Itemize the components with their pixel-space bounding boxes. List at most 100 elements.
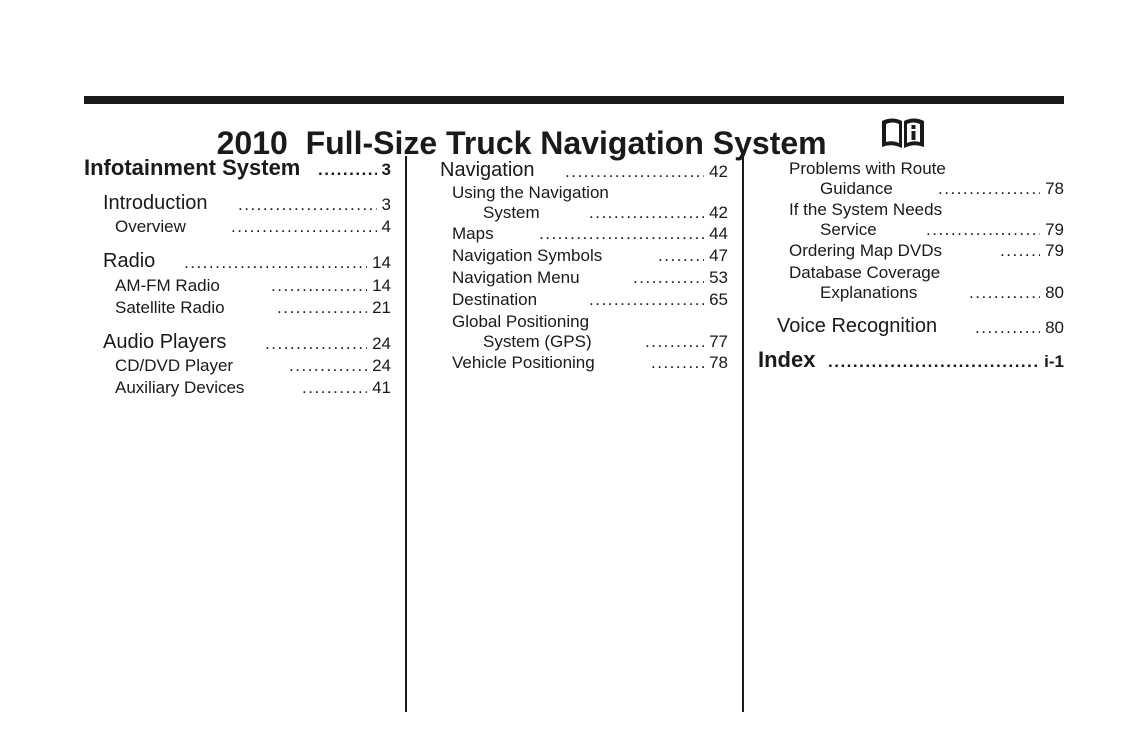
column-divider [742, 156, 744, 712]
toc-entry-label: Navigation [440, 159, 535, 181]
toc-entry-page: 3 [381, 160, 391, 179]
toc-entry-page: 14 [372, 253, 391, 272]
toc-entry-label: AM-FM Radio [115, 276, 220, 295]
toc-entry[interactable]: Vehicle Positioning 78...................… [452, 353, 728, 377]
toc-entry-page: 21 [372, 298, 391, 317]
toc-entry[interactable]: Voice Recognition 80.....................… [777, 316, 1064, 340]
toc-entry[interactable]: Destination 65...........................… [452, 290, 728, 314]
leader-dots: ........................................… [565, 162, 704, 181]
toc-entry[interactable]: Overview 4...............................… [115, 217, 391, 241]
toc-entry-label: Satellite Radio [115, 298, 225, 317]
leader-dots: ........................................… [539, 224, 704, 243]
toc-entry-label: Index [758, 347, 816, 372]
toc-entry[interactable]: Satellite Radio 21.......................… [115, 298, 391, 322]
toc-entry-page: 14 [372, 276, 391, 295]
toc-entry-label: Problems with Route [789, 159, 946, 178]
toc-entry-label-continued: System [483, 203, 540, 222]
toc-entry[interactable]: Infotainment System 3....................… [84, 155, 391, 182]
toc-entry-page: 24 [372, 334, 391, 353]
leader-dots: ........................................… [651, 353, 704, 372]
leader-dots: ........................................… [184, 253, 367, 272]
toc-entry-page: 80 [1045, 318, 1064, 337]
toc-entry-page: 44 [709, 224, 728, 243]
toc-entry-page: 3 [381, 195, 391, 214]
leader-dots: ........................................… [645, 332, 704, 351]
leader-dots: ........................................… [658, 246, 704, 265]
toc-entry[interactable]: Audio Players 24.........................… [103, 332, 391, 356]
toc-entry-page: 77 [709, 332, 728, 351]
leader-dots: ........................................… [938, 179, 1040, 198]
toc-entry-label: Introduction [103, 192, 208, 214]
toc-entry-label: Radio [103, 250, 156, 272]
leader-dots: ........................................… [589, 290, 704, 309]
toc-entry-page: 78 [1045, 179, 1064, 198]
header-rule [84, 96, 1064, 104]
toc-entry-label: Navigation Menu [452, 268, 580, 287]
toc-entry[interactable]: Global Positioning System (GPS) 77........… [452, 312, 728, 354]
toc-entry-page: 4 [381, 217, 391, 236]
toc-entry-label: Maps [452, 224, 494, 243]
toc-entry-page: 47 [709, 246, 728, 265]
toc-entry-label: Navigation Symbols [452, 246, 603, 265]
toc-entry[interactable]: Navigation Menu 53.......................… [452, 268, 728, 292]
toc-entry[interactable]: Navigation Symbols 47....................… [452, 246, 728, 270]
leader-dots: ........................................… [289, 356, 367, 375]
toc-entry[interactable]: If the System Needs Service 79............… [789, 200, 1064, 242]
toc-entry[interactable]: Using the Navigation System 42............… [452, 183, 728, 225]
toc-entry-page: 78 [709, 353, 728, 372]
toc-entry-label: Using the Navigation [452, 183, 609, 202]
toc-entry[interactable]: Database Coverage Explanations 80.........… [789, 263, 1064, 305]
leader-dots: ........................................… [969, 283, 1040, 302]
toc-entry-page: 41 [372, 378, 391, 397]
leader-dots: ........................................… [589, 203, 704, 222]
toc-entry[interactable]: Problems with Route Guidance 78...........… [789, 159, 1064, 201]
toc-entry[interactable]: Maps 44..................................… [452, 224, 728, 248]
leader-dots: ........................................… [828, 352, 1040, 371]
toc-entry-page: 42 [709, 162, 728, 181]
toc-entry-label: Database Coverage [789, 263, 941, 282]
toc-entry-label: Ordering Map DVDs [789, 241, 943, 260]
toc-entry-page: 53 [709, 268, 728, 287]
toc-entry-label: Voice Recognition [777, 315, 938, 337]
toc-entry-label-continued: Service [820, 220, 877, 239]
toc-entry[interactable]: AM-FM Radio 14...........................… [115, 276, 391, 300]
toc-entry[interactable]: Introduction 3...........................… [103, 193, 391, 217]
column-divider [405, 156, 407, 712]
toc-entry-label: Audio Players [103, 331, 227, 353]
leader-dots: ........................................… [271, 276, 367, 295]
toc-entry-label: Global Positioning [452, 312, 590, 331]
leader-dots: ........................................… [265, 334, 367, 353]
leader-dots: ........................................… [238, 195, 377, 214]
toc-entry-page: 80 [1045, 283, 1064, 302]
toc-entry-label: Infotainment System [84, 155, 301, 180]
toc-entry[interactable]: CD/DVD Player 24.........................… [115, 356, 391, 380]
leader-dots: ........................................… [302, 378, 367, 397]
leader-dots: ........................................… [231, 217, 377, 236]
toc-entry-page: i-1 [1044, 352, 1064, 371]
toc-entry-label: CD/DVD Player [115, 356, 234, 375]
toc-entry[interactable]: Ordering Map DVDs 79.....................… [789, 241, 1064, 265]
toc-entry[interactable]: Index i-1................................… [758, 347, 1064, 374]
toc-entry-label-continued: System (GPS) [483, 332, 592, 351]
toc-entry-page: 79 [1045, 220, 1064, 239]
leader-dots: ........................................… [975, 318, 1040, 337]
toc-entry[interactable]: Auxiliary Devices 41.....................… [115, 378, 391, 402]
toc-entry-page: 79 [1045, 241, 1064, 260]
toc-entry-page: 65 [709, 290, 728, 309]
toc-entry-label: Auxiliary Devices [115, 378, 245, 397]
leader-dots: ........................................… [318, 160, 377, 179]
toc-entry-label: Destination [452, 290, 538, 309]
toc-entry-label: Overview [115, 217, 186, 236]
leader-dots: ........................................… [1000, 241, 1040, 260]
title-text: 2010 Full-Size Truck Navigation System [216, 124, 827, 161]
leader-dots: ........................................… [277, 298, 367, 317]
toc-entry[interactable]: Navigation 42............................… [440, 160, 728, 184]
toc-entry-label-continued: Guidance [820, 179, 893, 198]
toc-entry-label-continued: Explanations [820, 283, 918, 302]
toc-entry-page: 42 [709, 203, 728, 222]
toc-entry-page: 24 [372, 356, 391, 375]
toc-entry-label: Vehicle Positioning [452, 353, 595, 372]
leader-dots: ........................................… [926, 220, 1040, 239]
toc-entry[interactable]: Radio 14.................................… [103, 251, 391, 275]
leader-dots: ........................................… [633, 268, 704, 287]
